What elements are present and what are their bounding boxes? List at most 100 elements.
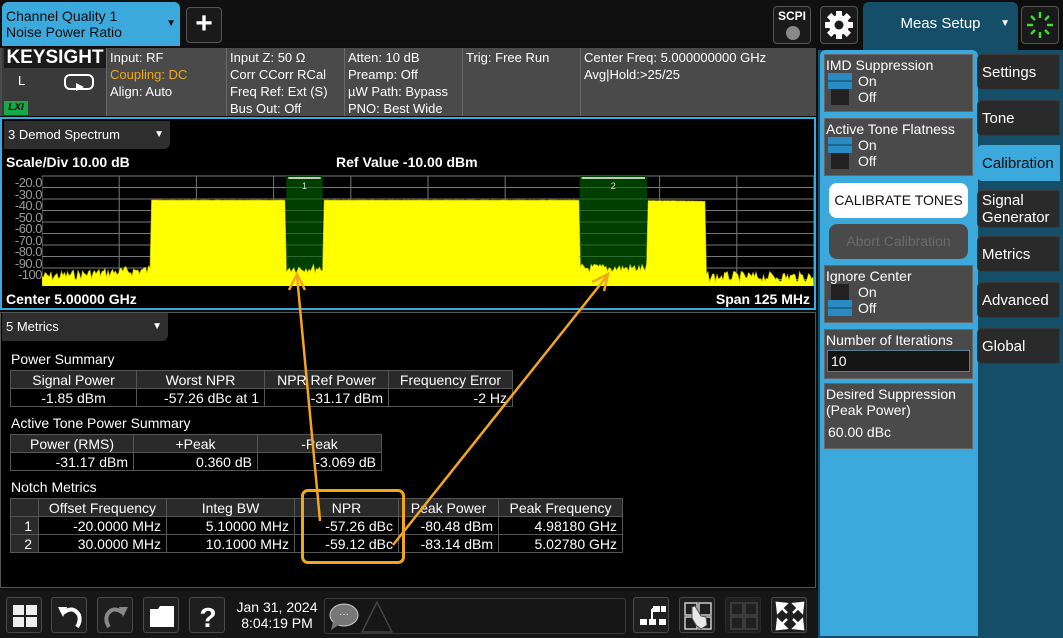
- metrics-window-dropdown[interactable]: 5 Metrics ▼: [2, 313, 168, 341]
- replay-icon[interactable]: [64, 74, 94, 92]
- worst-npr-value: -57.26 dBc at 1: [136, 388, 265, 407]
- iterations-input[interactable]: 10: [827, 350, 970, 372]
- ignore-center-on-option[interactable]: On: [825, 284, 972, 300]
- spectrum-trace: [42, 199, 814, 286]
- integ-bw-value: 5.10000 MHz: [166, 516, 295, 535]
- menu-signal-generator[interactable]: Signal Generator: [977, 190, 1060, 228]
- toggle-off-indicator: [831, 153, 849, 169]
- number-of-iterations-control[interactable]: Number of Iterations 10: [824, 329, 973, 379]
- active-tone-title: Active Tone Power Summary: [11, 415, 191, 431]
- settings-gear-button[interactable]: [820, 6, 858, 44]
- col-header: Peak Power: [398, 498, 499, 517]
- desired-suppression-value[interactable]: 60.00 dBc: [825, 418, 972, 442]
- menu-settings[interactable]: Settings: [977, 54, 1060, 90]
- input-z-value: Input Z: 50 Ω: [230, 50, 306, 65]
- redo-button[interactable]: [97, 597, 133, 633]
- time-label: 8:04:19 PM: [241, 615, 313, 631]
- info-input-z[interactable]: Input Z: 50 Ω Corr CCorr RCal Freq Ref: …: [226, 48, 344, 116]
- meas-setup-menu-tab[interactable]: Meas Setup ▼: [863, 2, 1018, 50]
- info-input[interactable]: Input: RF Coupling: DC Align: Auto: [106, 48, 226, 116]
- active-tone-flatness-toggle[interactable]: Active Tone Flatness On Off: [824, 118, 973, 176]
- col-header: Frequency Error: [388, 370, 513, 389]
- menu-calibration[interactable]: Calibration: [977, 145, 1060, 181]
- gear-icon: [825, 11, 853, 39]
- peak-frequency-value: 5.02780 GHz: [498, 534, 623, 553]
- npr-ref-power-value: -31.17 dBm: [264, 388, 389, 407]
- trigger-value: Trig: Free Run: [466, 50, 550, 65]
- npr-highlight-annotation: [301, 489, 405, 564]
- file-button[interactable]: [143, 597, 179, 633]
- busy-indicator-button[interactable]: [1021, 6, 1059, 44]
- menu-metrics[interactable]: Metrics: [977, 236, 1060, 272]
- ref-value-label[interactable]: Ref Value -10.00 dBm: [336, 154, 478, 170]
- table-row: -1.85 dBm -57.26 dBc at 1 -31.17 dBm -2 …: [10, 388, 513, 407]
- ignore-center-off-option[interactable]: Off: [825, 300, 972, 316]
- pno-value: PNO: Best Wide: [348, 101, 443, 116]
- datetime-display: Jan 31, 2024 8:04:19 PM: [232, 599, 322, 631]
- scpi-status-icon: [786, 26, 800, 40]
- span-label[interactable]: Span 125 MHz: [716, 291, 810, 307]
- undo-button[interactable]: [51, 597, 87, 633]
- imd-suppression-toggle[interactable]: IMD Suppression On Off: [824, 54, 973, 112]
- info-atten[interactable]: Atten: 10 dB Preamp: Off µW Path: Bypass…: [344, 48, 462, 116]
- power-summary-table: Signal Power Worst NPR NPR Ref Power Fre…: [10, 370, 513, 407]
- calibrate-tones-button[interactable]: CALIBRATE TONES: [829, 183, 968, 218]
- coupling-value: Coupling: DC: [110, 67, 188, 82]
- scpi-button[interactable]: SCPI: [773, 6, 811, 44]
- col-header: NPR Ref Power: [264, 370, 389, 389]
- col-header: Peak Frequency: [498, 498, 623, 517]
- info-center-freq[interactable]: Center Freq: 5.000000000 GHz Avg|Hold:>2…: [580, 48, 816, 116]
- col-header: Integ BW: [166, 498, 295, 517]
- scale-div-label[interactable]: Scale/Div 10.00 dB: [6, 154, 130, 170]
- minus-peak-value: -3.069 dB: [257, 452, 382, 471]
- chevron-down-icon: ▼: [1000, 18, 1010, 29]
- bus-out-value: Bus Out: Off: [230, 101, 302, 116]
- flatness-on-option[interactable]: On: [825, 137, 972, 153]
- imd-on-option[interactable]: On: [825, 73, 972, 89]
- row-index: 1: [10, 516, 39, 535]
- iterations-title: Number of Iterations: [826, 332, 953, 348]
- center-freq-label[interactable]: Center 5.00000 GHz: [6, 291, 137, 307]
- col-header: -Peak: [257, 434, 382, 453]
- plus-peak-value: 0.360 dB: [133, 452, 258, 471]
- info-trigger[interactable]: Trig: Free Run: [462, 48, 580, 116]
- on-label: On: [858, 73, 877, 89]
- undo-icon: [58, 607, 82, 629]
- spectrum-window-dropdown[interactable]: 3 Demod Spectrum ▼: [4, 121, 170, 149]
- signal-power-value: -1.85 dBm: [10, 388, 137, 407]
- y-tick-label: -100: [17, 267, 43, 282]
- menu-global[interactable]: Global: [977, 328, 1060, 364]
- help-button[interactable]: ?: [189, 597, 225, 633]
- menu-tone[interactable]: Tone: [977, 100, 1060, 136]
- flatness-off-option[interactable]: Off: [825, 153, 972, 169]
- menu-advanced[interactable]: Advanced: [977, 282, 1060, 318]
- col-header: Offset Frequency: [38, 498, 167, 517]
- svg-text:?: ?: [199, 602, 216, 631]
- notch-label: 1: [302, 181, 307, 191]
- abort-calibration-button[interactable]: Abort Calibration: [829, 224, 968, 259]
- fullscreen-button[interactable]: [771, 597, 807, 633]
- message-area[interactable]: ···: [324, 598, 626, 634]
- peak-power-value: -80.48 dBm: [398, 516, 499, 535]
- desired-suppression-control[interactable]: Desired Suppression (Peak Power) 60.00 d…: [824, 383, 973, 449]
- windows-button[interactable]: [6, 597, 42, 633]
- touch-select-button[interactable]: [679, 597, 715, 633]
- add-measurement-button[interactable]: +: [186, 7, 222, 43]
- col-header: [10, 498, 39, 517]
- uw-path-value: µW Path: Bypass: [348, 84, 448, 99]
- spectrum-trace-plot[interactable]: 12: [42, 171, 814, 286]
- chevron-down-icon: ▼: [154, 129, 164, 140]
- svg-text:···: ···: [339, 609, 349, 620]
- notch-metrics-title: Notch Metrics: [11, 479, 97, 495]
- power-summary-title: Power Summary: [11, 351, 115, 367]
- row-index: 2: [10, 534, 39, 553]
- multi-window-button[interactable]: [725, 597, 761, 633]
- local-indicator: L: [18, 73, 26, 88]
- imd-off-option[interactable]: Off: [825, 89, 972, 105]
- demod-spectrum-window[interactable]: 3 Demod Spectrum ▼ Scale/Div 10.00 dB Re…: [0, 117, 816, 310]
- active-tone-table: Power (RMS) +Peak -Peak -31.17 dBm 0.360…: [10, 434, 382, 471]
- measurement-tab[interactable]: Channel Quality 1 Noise Power Ratio ▼: [2, 2, 180, 46]
- ignore-center-toggle[interactable]: Ignore Center On Off: [824, 265, 973, 323]
- plus-icon: +: [195, 7, 213, 40]
- layout-button[interactable]: [633, 597, 669, 633]
